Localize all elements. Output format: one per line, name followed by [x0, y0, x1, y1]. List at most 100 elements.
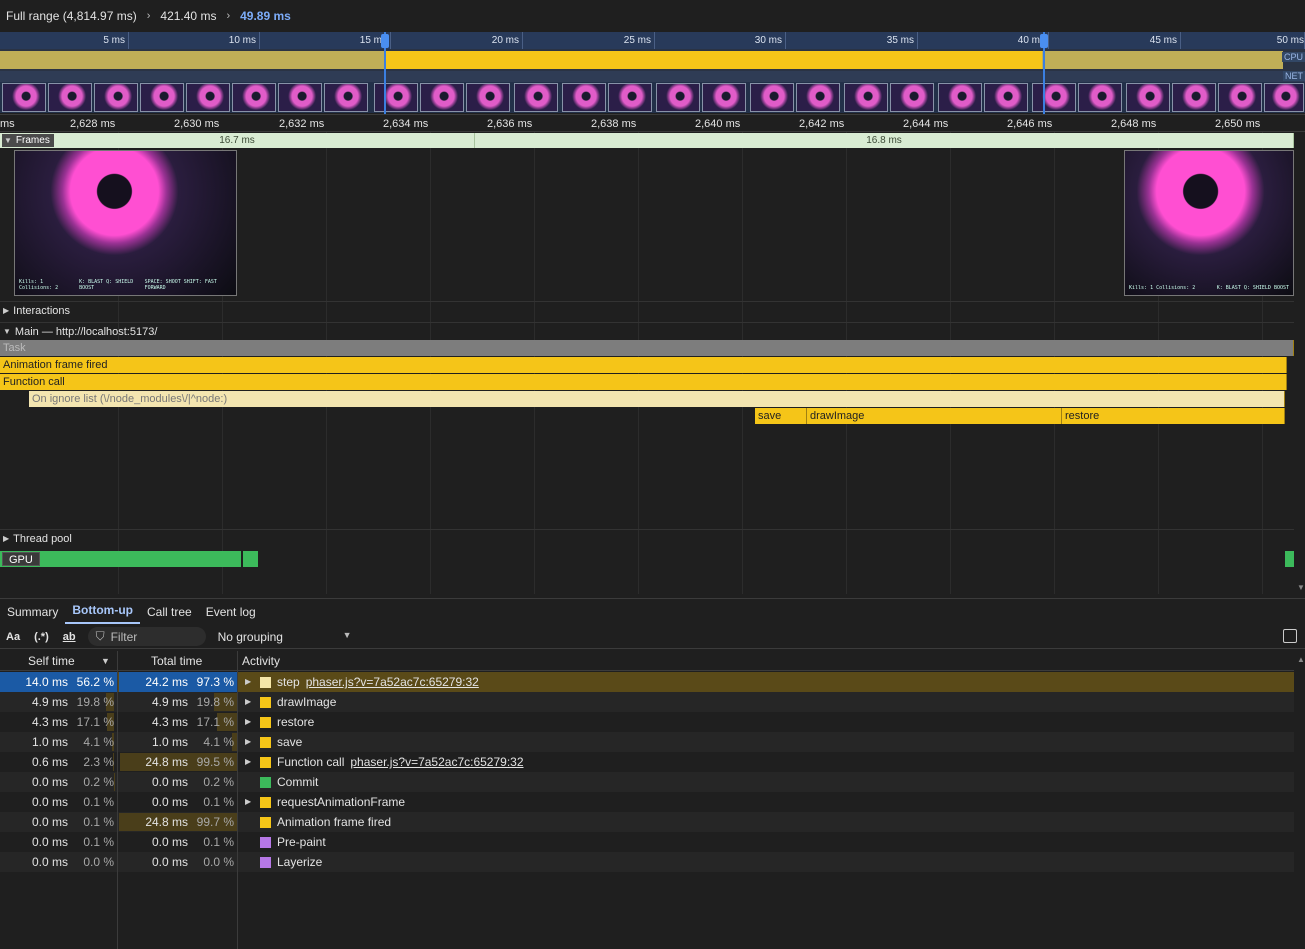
breadcrumb-range-2[interactable]: 421.40 ms — [160, 9, 216, 23]
filmstrip-thumbnail[interactable] — [1264, 83, 1304, 112]
flame-restore[interactable]: restore — [1062, 408, 1285, 424]
column-self-time-label: Self time — [28, 654, 75, 668]
filmstrip-thumbnail[interactable] — [984, 83, 1028, 112]
column-total-time[interactable]: Total time — [118, 651, 237, 671]
expand-triangle-icon[interactable]: ▶ — [245, 712, 251, 732]
filmstrip-thumbnail[interactable] — [1126, 83, 1170, 112]
filmstrip-thumbnail[interactable] — [796, 83, 840, 112]
flame-ignore-list[interactable]: On ignore list (\/node_modules\/|^node:) — [29, 391, 1285, 407]
filmstrip-thumbnail[interactable] — [2, 83, 46, 112]
flame-animation-frame-fired[interactable]: Animation frame fired — [0, 357, 1287, 373]
frame-segment[interactable]: 16.8 ms — [475, 133, 1294, 148]
flame-function-call[interactable]: Function call — [0, 374, 1287, 390]
interactions-track-header[interactable]: ▶ Interactions — [0, 301, 1294, 319]
expand-triangle-icon[interactable]: ▶ — [245, 752, 251, 772]
timeline-ruler[interactable]: ms 2,628 ms 2,630 ms 2,632 ms 2,634 ms 2… — [0, 114, 1305, 132]
filmstrip-thumbnail[interactable] — [750, 83, 794, 112]
filmstrip-thumbnail[interactable] — [1218, 83, 1262, 112]
table-row[interactable]: 0.0 ms 0.1 % 0.0 ms 0.1 % Pre-paint — [0, 832, 1294, 852]
filmstrip-thumbnail[interactable] — [702, 83, 746, 112]
filmstrip-thumbnail[interactable] — [938, 83, 982, 112]
expand-triangle-icon[interactable]: ▶ — [245, 672, 251, 692]
filter-input[interactable]: ⛉ Filter — [87, 627, 206, 646]
expand-triangle-icon[interactable]: ▶ — [245, 732, 251, 752]
table-row[interactable]: 4.9 ms 19.8 % 4.9 ms 19.8 % ▶ drawImage — [0, 692, 1294, 712]
main-track-header[interactable]: ▼ Main — http://localhost:5173/ — [0, 322, 1294, 340]
selection-start-handle[interactable] — [381, 34, 389, 48]
activity-name: requestAnimationFrame — [277, 795, 406, 809]
column-total-time-label: Total time — [151, 654, 203, 668]
selection-end-handle[interactable] — [1040, 34, 1048, 48]
filmstrip-thumbnail[interactable] — [1078, 83, 1122, 112]
filmstrip-thumbnail[interactable] — [514, 83, 558, 112]
tab-summary[interactable]: Summary — [0, 598, 65, 624]
tab-bottom-up[interactable]: Bottom-up — [65, 598, 140, 624]
filmstrip-thumbnail[interactable] — [844, 83, 888, 112]
thread-pool-track-header[interactable]: ▶ Thread pool — [0, 529, 1294, 547]
flame-task[interactable]: Task — [0, 340, 1294, 356]
filmstrip-thumbnail[interactable] — [1172, 83, 1216, 112]
screenshot-filmstrip[interactable] — [0, 82, 1305, 113]
frame-screenshot[interactable]: Kills: 1 Collisions: 2 K: BLAST Q: SHIEL… — [14, 150, 237, 296]
frames-track-label[interactable]: ▼ Frames — [2, 134, 54, 147]
expand-triangle-icon[interactable]: ▶ — [245, 692, 251, 712]
column-self-time[interactable]: Self time ▼ — [0, 651, 117, 671]
expand-triangle-icon[interactable]: ▶ — [245, 792, 251, 812]
activity-cell: Commit — [277, 772, 318, 792]
match-case-button[interactable]: Aa — [6, 631, 20, 643]
filmstrip-thumbnail[interactable] — [186, 83, 230, 112]
table-row[interactable]: 0.6 ms 2.3 % 24.8 ms 99.5 % ▶ Function call ph… — [0, 752, 1294, 772]
column-activity[interactable]: Activity — [238, 651, 1294, 671]
frame-hud: Kills: 1 Collisions: 2 K: BLAST Q: SHIEL… — [1129, 285, 1289, 291]
flame-save[interactable]: save — [755, 408, 807, 424]
net-lane[interactable]: NET — [0, 71, 1305, 82]
filmstrip-thumbnail[interactable] — [94, 83, 138, 112]
frame-segment[interactable]: 16.7 ms — [0, 133, 475, 148]
gpu-track-label[interactable]: GPU — [2, 552, 40, 566]
table-row[interactable]: 1.0 ms 4.1 % 1.0 ms 4.1 % ▶ save — [0, 732, 1294, 752]
table-row[interactable]: 0.0 ms 0.2 % 0.0 ms 0.2 % Commit — [0, 772, 1294, 792]
regex-button[interactable]: (.*) — [34, 631, 49, 643]
filmstrip-thumbnail[interactable] — [140, 83, 184, 112]
filmstrip-thumbnail[interactable] — [278, 83, 322, 112]
flame-draw-image[interactable]: drawImage — [807, 408, 1062, 424]
ruler-label: 2,630 ms — [174, 118, 220, 130]
tab-call-tree[interactable]: Call tree — [140, 598, 199, 624]
source-link[interactable]: phaser.js?v=7a52ac7c:65279:32 — [350, 755, 523, 769]
cpu-lane[interactable]: CPU — [0, 49, 1305, 71]
frames-track-bar[interactable]: 16.7 ms 16.8 ms — [0, 133, 1294, 148]
gpu-activity-bar[interactable] — [1285, 551, 1294, 567]
table-row[interactable]: 14.0 ms 56.2 % 24.2 ms 97.3 % ▶ step phaser.js… — [0, 672, 1294, 692]
total-time-percent: 97.3 % — [196, 675, 234, 689]
breadcrumb-full-range[interactable]: Full range (4,814.97 ms) — [6, 9, 137, 23]
breadcrumb-range-current[interactable]: 49.89 ms — [240, 9, 291, 23]
table-row[interactable]: 0.0 ms 0.1 % 0.0 ms 0.1 % ▶ requestAnimationF… — [0, 792, 1294, 812]
source-link[interactable]: phaser.js?v=7a52ac7c:65279:32 — [306, 675, 479, 689]
table-row[interactable]: 0.0 ms 0.1 % 24.8 ms 99.7 % Animation frame … — [0, 812, 1294, 832]
whole-word-button[interactable]: ab — [63, 631, 76, 643]
filmstrip-thumbnail[interactable] — [656, 83, 700, 112]
tab-event-log[interactable]: Event log — [199, 598, 263, 624]
sidebar-toggle-icon[interactable] — [1283, 629, 1297, 643]
self-time-percent: 56.2 % — [76, 675, 114, 689]
total-time-percent: 4.1 % — [203, 735, 234, 749]
filmstrip-thumbnail[interactable] — [562, 83, 606, 112]
grouping-select[interactable]: No grouping ▼ — [218, 630, 352, 644]
filmstrip-thumbnail[interactable] — [48, 83, 92, 112]
filmstrip-thumbnail[interactable] — [420, 83, 464, 112]
scroll-up-icon[interactable]: ▲ — [1297, 655, 1305, 664]
filmstrip-thumbnail[interactable] — [890, 83, 934, 112]
table-row[interactable]: 4.3 ms 17.1 % 4.3 ms 17.1 % ▶ restore — [0, 712, 1294, 732]
filmstrip-thumbnail[interactable] — [374, 83, 418, 112]
filmstrip-thumbnail[interactable] — [466, 83, 510, 112]
gpu-activity-bar[interactable] — [243, 551, 258, 567]
overview-ruler[interactable]: 5 ms 10 ms 15 ms 20 ms 25 ms 30 ms 35 ms… — [0, 32, 1305, 49]
filmstrip-thumbnail[interactable] — [608, 83, 652, 112]
filmstrip-thumbnail[interactable] — [1032, 83, 1076, 112]
table-row[interactable]: 0.0 ms 0.0 % 0.0 ms 0.0 % Layerize — [0, 852, 1294, 872]
table-scrollbar[interactable]: ▲ — [1295, 651, 1305, 949]
frame-screenshot[interactable]: Kills: 1 Collisions: 2 K: BLAST Q: SHIEL… — [1124, 150, 1294, 296]
scroll-down-icon[interactable]: ▼ — [1297, 583, 1305, 592]
filmstrip-thumbnail[interactable] — [324, 83, 368, 112]
filmstrip-thumbnail[interactable] — [232, 83, 276, 112]
